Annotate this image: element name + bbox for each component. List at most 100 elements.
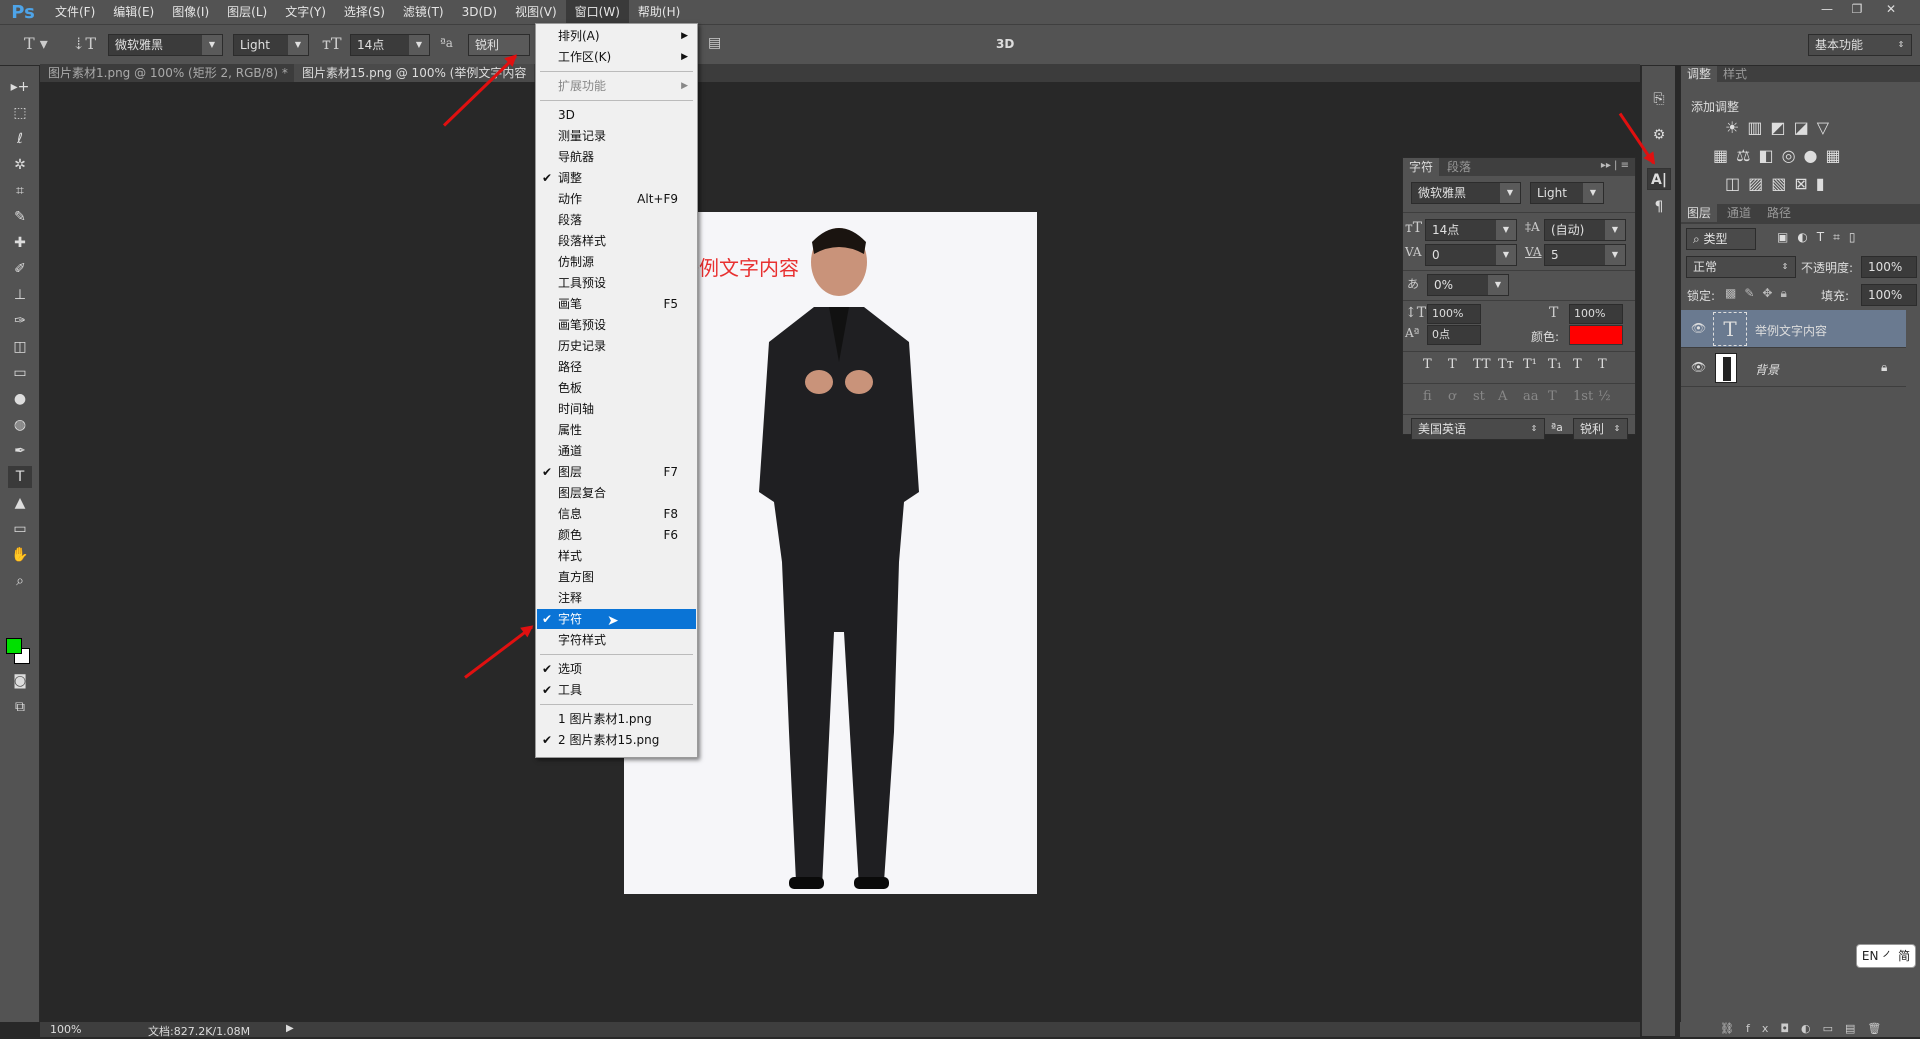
menu-item[interactable]: 3D bbox=[537, 105, 696, 125]
menu-item[interactable]: 时间轴 bbox=[537, 399, 696, 419]
restore-button[interactable]: ❐ bbox=[1842, 0, 1872, 18]
menu-item[interactable]: 导航器 bbox=[537, 147, 696, 167]
menu-item[interactable]: ✔ 图层 F7 bbox=[537, 462, 696, 482]
opentype-button[interactable]: 1st bbox=[1573, 389, 1593, 404]
char-tsume-select[interactable]: 0% ▼ bbox=[1427, 274, 1509, 296]
horizontal-scale-input[interactable]: 100% bbox=[1569, 304, 1623, 324]
menu-item[interactable]: 历史记录 bbox=[537, 336, 696, 356]
menu-item[interactable]: 颜色 F6 bbox=[537, 525, 696, 545]
type-tool-icon[interactable]: T ▾ bbox=[24, 34, 48, 53]
style-button[interactable]: T bbox=[1423, 357, 1439, 372]
menu-item[interactable]: ✔ 选项 bbox=[537, 659, 696, 679]
adjustment-icons-row-1[interactable]: ☀▥◩◪▽ bbox=[1725, 118, 1837, 137]
menu-item[interactable]: 画笔预设 bbox=[537, 315, 696, 335]
menu-item[interactable]: 排列(A) ▶ bbox=[537, 26, 696, 46]
dodge-tool-icon[interactable]: ◍ bbox=[8, 414, 32, 436]
menu-item[interactable]: 色板 bbox=[537, 378, 696, 398]
menu-item[interactable]: 段落样式 bbox=[537, 231, 696, 251]
layer-row-text[interactable]: 👁︎ T 举例文字内容 bbox=[1681, 310, 1906, 348]
menu-8[interactable]: 视图(V) bbox=[506, 0, 566, 24]
char-antialias-select[interactable]: 锐利 ⇕ bbox=[1573, 418, 1628, 440]
eraser-tool-icon[interactable]: ◫ bbox=[8, 336, 32, 358]
char-size-select[interactable]: 14点 ▼ bbox=[1425, 219, 1517, 241]
close-button[interactable]: ✕ bbox=[1876, 0, 1906, 18]
font-style-select[interactable]: Light ▼ bbox=[233, 34, 309, 56]
type-tool-icon[interactable]: T bbox=[8, 466, 32, 488]
brush-tool-icon[interactable]: ✐ bbox=[8, 258, 32, 280]
tab-document-1[interactable]: 图片素材1.png @ 100% (矩形 2, RGB/8) * × bbox=[40, 64, 316, 82]
ime-indicator[interactable]: EN ㇒ 简 bbox=[1856, 944, 1916, 968]
move-tool-icon[interactable]: ▸+ bbox=[8, 76, 32, 98]
char-font-family-select[interactable]: 微软雅黑 ▼ bbox=[1411, 182, 1521, 204]
gradient-tool-icon[interactable]: ▭ bbox=[8, 362, 32, 384]
tab-character[interactable]: 字符 bbox=[1403, 158, 1440, 176]
paragraph-panel-icon[interactable]: ¶ bbox=[1647, 196, 1671, 218]
eye-icon[interactable]: 👁︎ bbox=[1691, 360, 1706, 374]
menu-2[interactable]: 图像(I) bbox=[163, 0, 218, 24]
menu-item[interactable]: 图层复合 bbox=[537, 483, 696, 503]
menu-1[interactable]: 编辑(E) bbox=[104, 0, 163, 24]
tab-paragraph[interactable]: 段落 bbox=[1441, 158, 1477, 176]
opentype-button[interactable]: A bbox=[1498, 389, 1514, 404]
menu-9[interactable]: 窗口(W) bbox=[565, 0, 629, 24]
adjustment-icons-row-2[interactable]: ▦⚖◧◎●▦ bbox=[1713, 146, 1849, 165]
style-button[interactable]: T¹ bbox=[1523, 357, 1539, 372]
path-select-tool-icon[interactable]: ▲ bbox=[8, 492, 32, 514]
font-size-select[interactable]: 14点 ▼ bbox=[350, 34, 430, 56]
zoom-level[interactable]: 100% bbox=[50, 1023, 81, 1036]
history-brush-tool-icon[interactable]: ✑ bbox=[8, 310, 32, 332]
tab-adjustments[interactable]: 调整 bbox=[1681, 66, 1718, 82]
style-button[interactable]: T bbox=[1573, 357, 1589, 372]
menu-5[interactable]: 选择(S) bbox=[335, 0, 394, 24]
adjustment-icons-row-3[interactable]: ◫▨▧⊠▮ bbox=[1725, 174, 1833, 193]
warp-panel-icon[interactable]: ▤ bbox=[708, 35, 721, 51]
workspace-select[interactable]: 基本功能 ⇕ bbox=[1808, 34, 1912, 56]
fill-input[interactable]: 100% bbox=[1861, 284, 1917, 306]
style-button[interactable]: T bbox=[1598, 357, 1614, 372]
magic-wand-tool-icon[interactable]: ✲ bbox=[8, 154, 32, 176]
char-leading-select[interactable]: (自动) ▼ bbox=[1544, 219, 1626, 241]
history-panel-icon[interactable]: ⎘ bbox=[1647, 88, 1671, 110]
shape-tool-icon[interactable]: ▭ bbox=[8, 518, 32, 540]
tab-styles[interactable]: 样式 bbox=[1717, 66, 1753, 82]
screen-mode-icon[interactable]: ⧉ bbox=[8, 696, 32, 718]
menu-0[interactable]: 文件(F) bbox=[46, 0, 104, 24]
eyedropper-tool-icon[interactable]: ✎ bbox=[8, 206, 32, 228]
minimize-button[interactable]: — bbox=[1812, 0, 1842, 18]
menu-item[interactable]: 动作 Alt+F9 bbox=[537, 189, 696, 209]
zoom-tool-icon[interactable]: ⌕ bbox=[8, 570, 32, 592]
panel-menu-icon[interactable]: ▸▸ | ≡ bbox=[1601, 160, 1629, 171]
menu-item[interactable]: ✔ 2 图片素材15.png bbox=[537, 730, 696, 750]
opentype-button[interactable]: st bbox=[1473, 389, 1489, 404]
menu-item[interactable]: 属性 bbox=[537, 420, 696, 440]
menu-10[interactable]: 帮助(H) bbox=[629, 0, 689, 24]
hand-tool-icon[interactable]: ✋ bbox=[8, 544, 32, 566]
blur-tool-icon[interactable]: ● bbox=[8, 388, 32, 410]
marquee-tool-icon[interactable]: ⬚ bbox=[8, 102, 32, 124]
menu-item[interactable]: 信息 F8 bbox=[537, 504, 696, 524]
opentype-button[interactable]: ơ bbox=[1448, 389, 1464, 404]
lasso-tool-icon[interactable]: ℓ bbox=[8, 128, 32, 150]
menu-item[interactable]: 字符样式 bbox=[537, 630, 696, 650]
antialias-select[interactable]: 锐利 bbox=[468, 34, 530, 56]
foreground-color-swatch[interactable] bbox=[6, 638, 22, 654]
opentype-button[interactable]: ﬁ bbox=[1423, 389, 1439, 404]
char-kerning-select[interactable]: 0 ▼ bbox=[1425, 244, 1517, 266]
style-button[interactable]: T bbox=[1448, 357, 1464, 372]
properties-panel-icon[interactable]: ⚙ bbox=[1647, 124, 1671, 146]
tab-channels[interactable]: 通道 bbox=[1721, 204, 1757, 222]
text-orientation-icon[interactable]: ⇣T bbox=[72, 34, 96, 53]
pen-tool-icon[interactable]: ✒ bbox=[8, 440, 32, 462]
baseline-shift-input[interactable]: 0点 bbox=[1427, 325, 1481, 345]
menu-item[interactable]: ✔ 工具 bbox=[537, 680, 696, 700]
menu-item[interactable]: 直方图 bbox=[537, 567, 696, 587]
vertical-scale-input[interactable]: 100% bbox=[1427, 304, 1481, 324]
style-button[interactable]: T₁ bbox=[1548, 357, 1564, 372]
menu-item[interactable]: 画笔 F5 bbox=[537, 294, 696, 314]
status-menu-arrow-icon[interactable]: ▶ bbox=[286, 1023, 294, 1034]
menu-item[interactable]: 路径 bbox=[537, 357, 696, 377]
char-tracking-select[interactable]: 5 ▼ bbox=[1544, 244, 1626, 266]
menu-item[interactable]: ✔ 调整 bbox=[537, 168, 696, 188]
menu-3[interactable]: 图层(L) bbox=[218, 0, 276, 24]
layers-footer-icons[interactable]: ⛓fx◘◐▭▤🗑︎ bbox=[1680, 1022, 1920, 1037]
